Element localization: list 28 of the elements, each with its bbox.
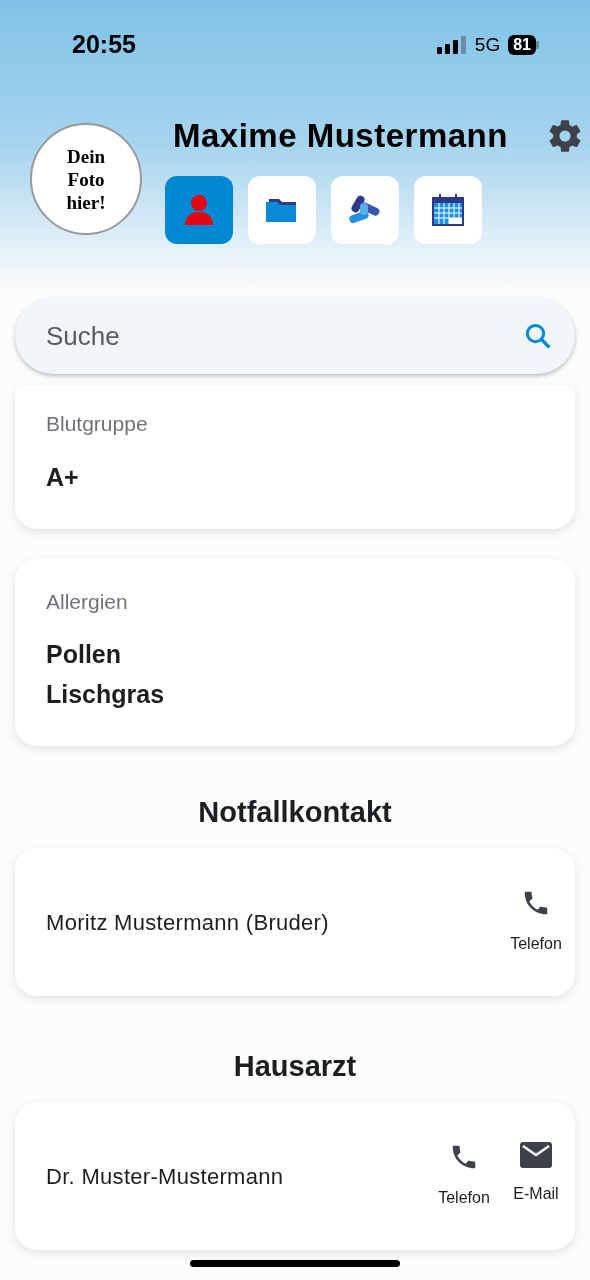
status-time: 20:55 xyxy=(72,29,136,61)
profile-photo-placeholder[interactable]: Dein Foto hier! xyxy=(30,123,142,235)
mail-icon xyxy=(520,1142,552,1168)
network-label: 5G xyxy=(474,32,501,57)
field-label: Blutgruppe xyxy=(46,411,149,437)
contact-action[interactable]: Telefon xyxy=(507,888,565,996)
photo-placeholder-text: Dein Foto hier! xyxy=(65,144,107,214)
section-heading: Notfallkontakt xyxy=(197,795,393,830)
signal-icon xyxy=(436,36,467,54)
folder-icon xyxy=(265,196,299,224)
contact-name: Dr. Muster-Mustermann xyxy=(46,1162,285,1191)
nav-tab[interactable] xyxy=(414,176,482,244)
contact-action[interactable]: E-Mail xyxy=(507,1142,565,1250)
section-heading: Hausarzt xyxy=(232,1049,358,1084)
contact-action[interactable]: Telefon xyxy=(435,1142,493,1250)
field-label: Allergien xyxy=(46,588,129,615)
field-value: Pollen xyxy=(46,639,122,670)
battery-level: 81 xyxy=(508,35,536,55)
contact-name: Moritz Mustermann (Bruder) xyxy=(46,908,330,937)
nav-tab[interactable] xyxy=(331,176,399,244)
search-field[interactable]: Suche xyxy=(15,298,575,374)
battery-tip-icon xyxy=(536,41,540,49)
field-value: Lischgras xyxy=(46,679,166,710)
calendar-icon xyxy=(431,193,465,227)
search-icon[interactable] xyxy=(523,321,553,351)
field-value: A+ xyxy=(46,461,80,493)
profile-name: Maxime Mustermann xyxy=(173,116,508,157)
person-icon xyxy=(182,193,216,227)
